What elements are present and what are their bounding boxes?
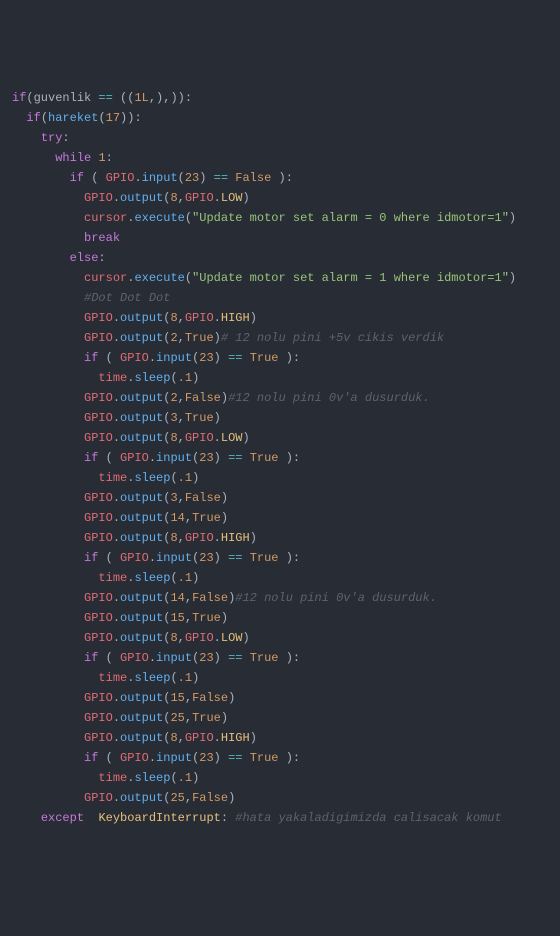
code-line: while 1: (12, 151, 113, 165)
code-line: GPIO.output(8,GPIO.HIGH) (12, 311, 257, 325)
code-line: time.sleep(.1) (12, 571, 199, 585)
keyword-try: try (41, 131, 63, 145)
code-line: GPIO.output(8,GPIO.LOW) (12, 191, 250, 205)
code-line: GPIO.output(25,False) (12, 791, 235, 805)
code-line: time.sleep(.1) (12, 771, 199, 785)
code-line: GPIO.output(8,GPIO.LOW) (12, 431, 250, 445)
comment: #Dot Dot Dot (84, 291, 170, 305)
code-line: if(guvenlik == ((1L,),)): (12, 91, 192, 105)
comment: # 12 nolu pini +5v cikis verdik (221, 331, 444, 345)
code-line: else: (12, 251, 106, 265)
code-editor[interactable]: if(guvenlik == ((1L,),)): if(hareket(17)… (12, 88, 548, 828)
code-line: try: (12, 131, 70, 145)
code-line: GPIO.output(2,False)#12 nolu pini 0v'a d… (12, 391, 430, 405)
exception-name: KeyboardInterrupt (98, 811, 220, 825)
code-line: GPIO.output(8,GPIO.HIGH) (12, 531, 257, 545)
code-line: time.sleep(.1) (12, 371, 199, 385)
code-line: if ( GPIO.input(23) == True ): (12, 551, 300, 565)
code-line: GPIO.output(15,False) (12, 691, 235, 705)
comment: #hata yakaladigimizda calisacak komut (235, 811, 501, 825)
code-line: time.sleep(.1) (12, 471, 199, 485)
code-line: GPIO.output(14,True) (12, 511, 228, 525)
code-line: GPIO.output(2,True)# 12 nolu pini +5v ci… (12, 331, 444, 345)
code-line: time.sleep(.1) (12, 671, 199, 685)
keyword-while: while (55, 151, 91, 165)
code-line: if ( GPIO.input(23) == False ): (12, 171, 293, 185)
code-line: GPIO.output(3,True) (12, 411, 221, 425)
keyword-except: except (41, 811, 84, 825)
code-line: if ( GPIO.input(23) == True ): (12, 751, 300, 765)
code-line: if(hareket(17)): (12, 111, 142, 125)
code-line: except KeyboardInterrupt: #hata yakaladi… (12, 811, 502, 825)
comment: #12 nolu pini 0v'a dusurduk. (235, 591, 437, 605)
keyword-else: else (70, 251, 99, 265)
keyword-break: break (84, 231, 120, 245)
keyword-if: if (12, 91, 26, 105)
code-line: GPIO.output(8,GPIO.HIGH) (12, 731, 257, 745)
comment: #12 nolu pini 0v'a dusurduk. (228, 391, 430, 405)
code-line: if ( GPIO.input(23) == True ): (12, 451, 300, 465)
code-line: GPIO.output(25,True) (12, 711, 228, 725)
code-line: if ( GPIO.input(23) == True ): (12, 651, 300, 665)
code-line: GPIO.output(3,False) (12, 491, 228, 505)
code-line: GPIO.output(15,True) (12, 611, 228, 625)
code-line: cursor.execute("Update motor set alarm =… (12, 271, 516, 285)
code-line: GPIO.output(14,False)#12 nolu pini 0v'a … (12, 591, 437, 605)
code-line: cursor.execute("Update motor set alarm =… (12, 211, 516, 225)
code-line: #Dot Dot Dot (12, 291, 170, 305)
code-line: break (12, 231, 120, 245)
code-line: if ( GPIO.input(23) == True ): (12, 351, 300, 365)
code-line: GPIO.output(8,GPIO.LOW) (12, 631, 250, 645)
